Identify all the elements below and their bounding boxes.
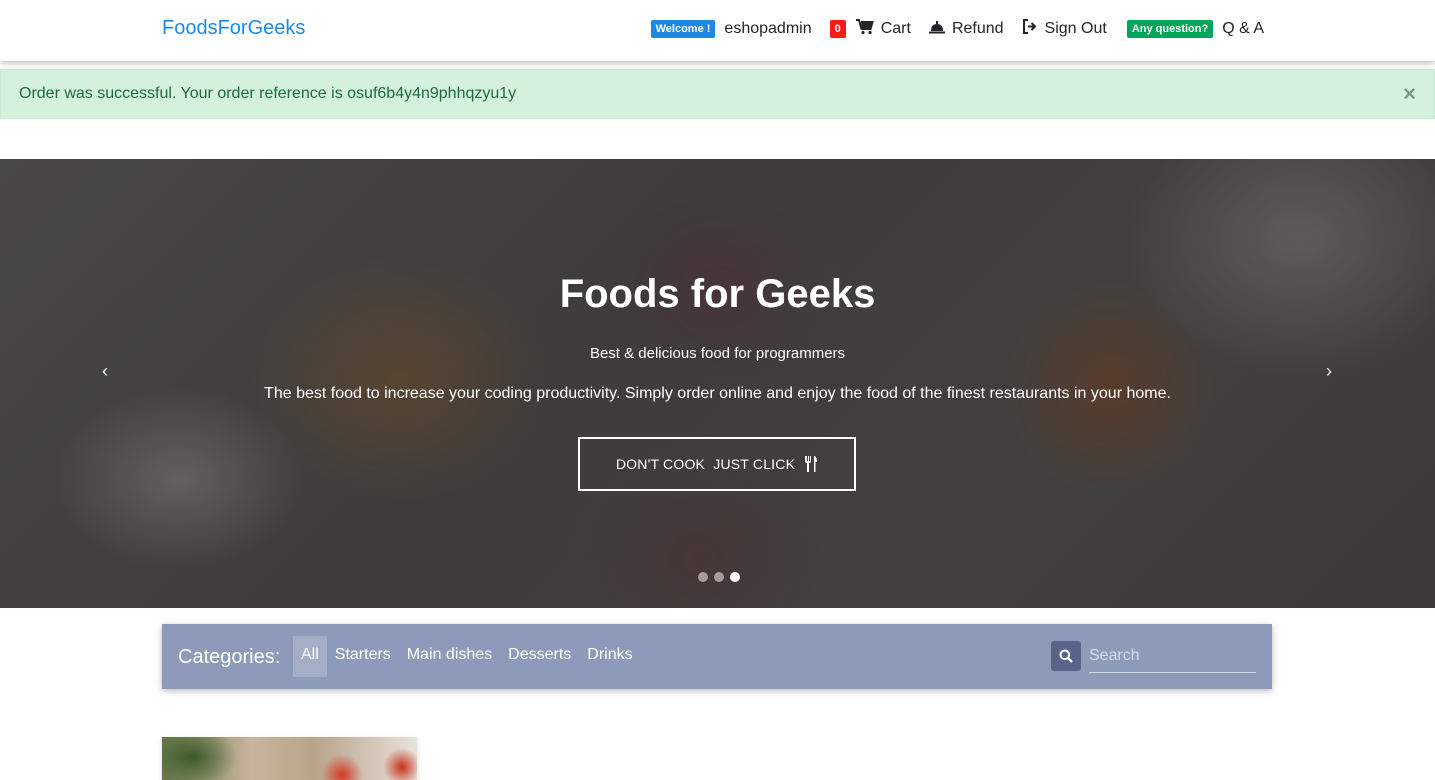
carousel-indicators [695, 572, 743, 582]
cart-icon [855, 18, 874, 40]
search-icon [1059, 649, 1073, 663]
slide-description: The best food to increase your coding pr… [264, 385, 1171, 402]
carousel-indicator-active[interactable] [730, 572, 740, 582]
bell-service-icon [928, 20, 945, 39]
question-badge: Any question? [1126, 20, 1214, 38]
cart-count-badge: 0 [829, 20, 846, 38]
carousel-indicator[interactable] [714, 572, 724, 582]
cta-label: DON'T COOK JUST CLICK [615, 456, 796, 472]
category-all[interactable]: All [293, 636, 327, 677]
utensils-icon [805, 456, 818, 472]
search-button[interactable] [1051, 641, 1081, 671]
cta-button[interactable]: DON'T COOK JUST CLICK [578, 437, 856, 491]
category-starters[interactable]: Starters [327, 636, 399, 677]
refund-link[interactable]: Refund [928, 20, 1004, 39]
signout-label: Sign Out [1044, 20, 1107, 37]
refund-label: Refund [951, 20, 1004, 37]
slide-title: Foods for Geeks [559, 272, 876, 316]
carousel-indicator[interactable] [698, 572, 708, 582]
alert-message: Order was successful. Your order referen… [19, 85, 517, 102]
category-main-dishes[interactable]: Main dishes [399, 636, 500, 677]
carousel-prev-icon[interactable]: ‹ [95, 361, 115, 382]
carousel-overlay [0, 159, 1435, 608]
search-input[interactable] [1089, 640, 1256, 673]
cart-label: Cart [880, 20, 911, 37]
sign-out-icon [1022, 19, 1038, 39]
product-card-image[interactable] [162, 737, 417, 780]
success-alert: Order was successful. Your order referen… [0, 69, 1435, 119]
category-drinks[interactable]: Drinks [579, 636, 640, 677]
category-list: All Starters Main dishes Desserts Drinks [293, 636, 641, 677]
slide-subtitle: Best & delicious food for programmers [589, 345, 846, 362]
brand-link[interactable]: FoodsForGeeks [162, 17, 305, 40]
categories-bar: Categories: All Starters Main dishes Des… [162, 624, 1272, 689]
qa-label: Q & A [1222, 20, 1264, 37]
category-desserts[interactable]: Desserts [500, 636, 579, 677]
categories-label: Categories: [178, 646, 281, 668]
cart-link[interactable]: 0 Cart [829, 18, 911, 40]
nav-right: Welcome ! eshopadmin 0 Cart Refund Sign … [633, 0, 1264, 58]
carousel-next-icon[interactable]: › [1319, 361, 1339, 382]
navbar: FoodsForGeeks Welcome ! eshopadmin 0 Car… [0, 0, 1435, 61]
close-icon[interactable]: × [1403, 81, 1416, 107]
qa-link[interactable]: Any question? Q & A [1126, 20, 1264, 38]
welcome-badge: Welcome ! [650, 20, 716, 38]
signout-link[interactable]: Sign Out [1022, 19, 1107, 39]
hero-carousel: Foods for Geeks Best & delicious food fo… [0, 159, 1435, 608]
welcome-item: Welcome ! eshopadmin [650, 20, 812, 38]
username: eshopadmin [724, 20, 812, 37]
